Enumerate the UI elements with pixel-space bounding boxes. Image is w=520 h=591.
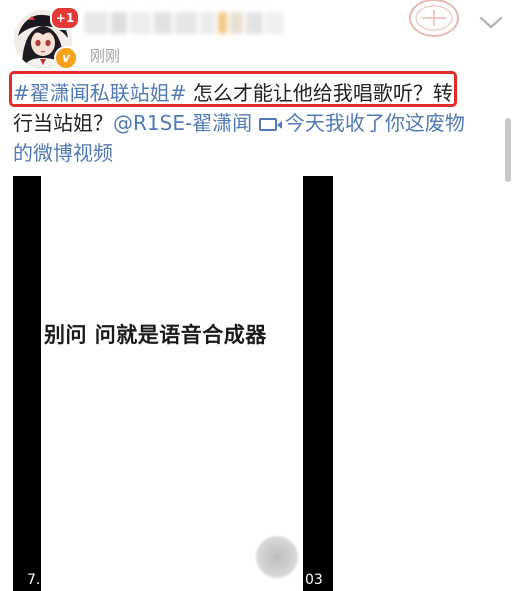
- scrollbar-thumb[interactable]: [505, 118, 511, 182]
- video-link-continued[interactable]: 的微博视频: [13, 141, 113, 165]
- blur-block: [110, 12, 128, 34]
- blur-block: [200, 12, 215, 34]
- video-link-label: 今天我收了你这废物: [284, 111, 465, 135]
- stamp-watermark-icon: [409, 0, 459, 37]
- blur-block: [130, 12, 151, 34]
- weibo-post: +1 v 刚刚 #翟潇闻私联站姐# 怎么才能让他给我唱歌听？转 行当站姐？@R1…: [0, 0, 520, 591]
- blur-block: [230, 12, 244, 34]
- video-frame: [41, 176, 303, 591]
- post-text-line-2: 行当站姐？@R1SE-翟潇闻 今天我收了你这废物: [13, 108, 493, 138]
- blur-block: [153, 12, 173, 34]
- post-text-segment: 行当站姐？: [13, 111, 113, 135]
- video-camera-icon: [258, 118, 282, 131]
- notification-badge: +1: [50, 6, 80, 30]
- post-text-line-3: 的微博视频: [13, 138, 493, 168]
- video-player[interactable]: 别问 问就是语音合成器 7. 03: [13, 176, 333, 591]
- video-link[interactable]: 今天我收了你这废物: [258, 111, 465, 135]
- username-blurred[interactable]: [84, 12, 284, 34]
- touch-indicator: [256, 536, 298, 578]
- red-highlight-box: [9, 71, 457, 107]
- blur-block: [246, 12, 263, 34]
- verified-badge-icon: v: [54, 46, 78, 70]
- video-time-left: 7.: [27, 572, 41, 588]
- blur-block: [84, 12, 108, 34]
- video-caption: 别问 问就是语音合成器: [44, 323, 267, 347]
- post-timestamp: 刚刚: [90, 47, 121, 65]
- chevron-down-icon[interactable]: [476, 10, 506, 34]
- blur-block: [175, 12, 198, 34]
- blur-block: [217, 12, 228, 34]
- mention-link[interactable]: @R1SE-翟潇闻: [113, 111, 252, 135]
- video-time-right: 03: [305, 572, 323, 588]
- blur-block: [265, 12, 284, 34]
